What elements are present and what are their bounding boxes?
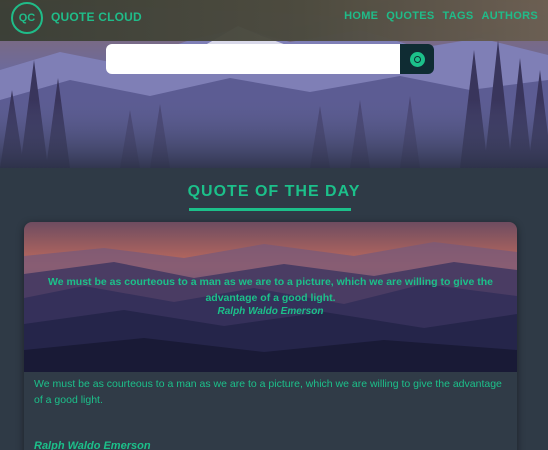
quote-text: We must be as courteous to a man as we a… bbox=[34, 378, 502, 406]
nav-tags[interactable]: TAGS bbox=[443, 10, 474, 22]
hero-quote-author: Ralph Waldo Emerson bbox=[217, 306, 324, 317]
title-underline bbox=[189, 208, 351, 211]
hero-quote-text: We must be as courteous to a man as we a… bbox=[47, 276, 493, 304]
search-input[interactable] bbox=[106, 44, 400, 74]
search-bar bbox=[106, 44, 434, 74]
navbar: QC QUOTE CLOUD HOME QUOTES TAGS AUTHORS bbox=[0, 0, 548, 41]
quote-author-link[interactable]: Ralph Waldo Emerson bbox=[34, 440, 151, 450]
nav-quotes[interactable]: QUOTES bbox=[386, 10, 434, 22]
search-icon bbox=[409, 51, 425, 67]
cloud-logo-icon[interactable]: QC bbox=[11, 2, 43, 34]
quote-card: We must be as courteous to a man as we a… bbox=[24, 222, 517, 450]
nav-authors[interactable]: AUTHORS bbox=[482, 10, 539, 22]
search-button[interactable] bbox=[400, 44, 434, 74]
hero-header: QC QUOTE CLOUD HOME QUOTES TAGS AUTHORS bbox=[0, 0, 548, 168]
quote-card-hero: We must be as courteous to a man as we a… bbox=[24, 222, 517, 372]
main-nav: HOME QUOTES TAGS AUTHORS bbox=[344, 10, 538, 22]
logo-text: QC bbox=[18, 12, 36, 24]
nav-home[interactable]: HOME bbox=[344, 10, 378, 22]
section-title: QUOTE OF THE DAY bbox=[187, 183, 361, 200]
brand-name[interactable]: QUOTE CLOUD bbox=[51, 10, 142, 24]
